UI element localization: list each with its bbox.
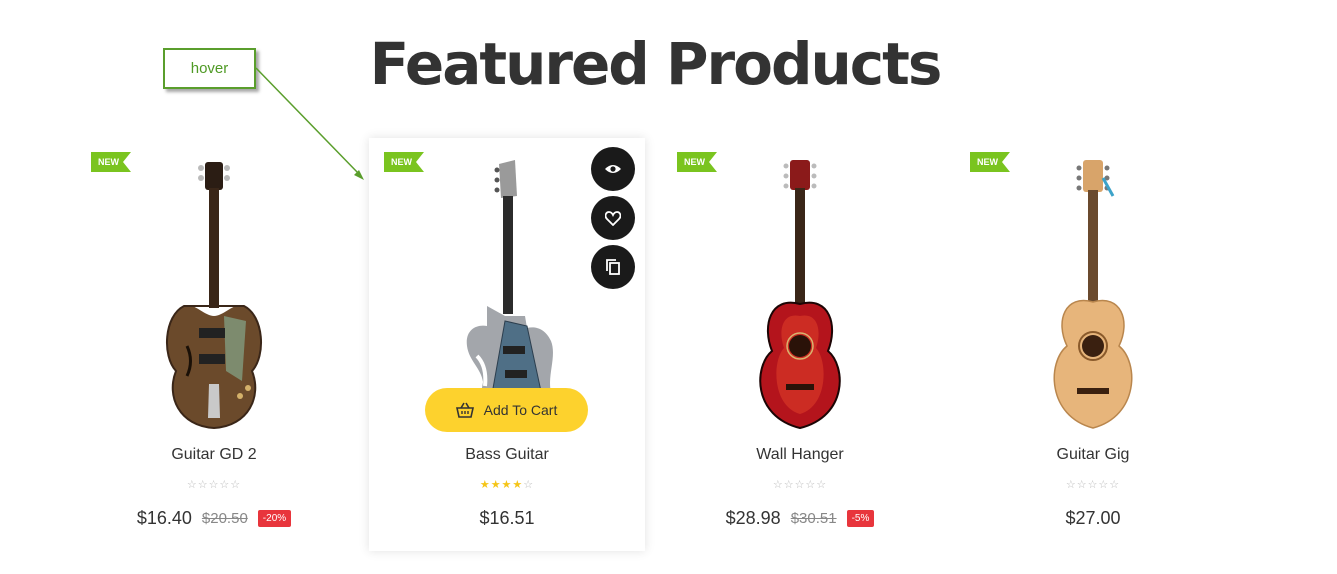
rating-stars: ☆☆☆☆☆ <box>772 478 828 491</box>
heart-icon <box>605 210 621 226</box>
product-name[interactable]: Bass Guitar <box>369 446 645 464</box>
price-row: $16.40 $20.50 -20% <box>76 508 352 529</box>
wishlist-button[interactable] <box>591 196 635 240</box>
rating-stars: ★★★★☆ <box>479 478 535 491</box>
price-row: $28.98 $30.51 -5% <box>662 508 938 529</box>
price-row: $27.00 <box>955 508 1231 529</box>
product-card[interactable]: NEW Wall Hanger ☆☆☆☆☆ $28.98 $30.51 -5% <box>662 138 938 551</box>
product-image[interactable] <box>700 156 900 432</box>
hollow-body-guitar-icon <box>166 162 262 430</box>
product-card-hovered[interactable]: NEW Add To Cart Bass Guitar ★★★★☆ $16.51 <box>369 138 645 551</box>
discount-badge: -5% <box>846 510 875 527</box>
price-row: $16.51 <box>369 508 645 529</box>
product-card[interactable]: NEW Guitar GD 2 ☆☆☆☆☆ $16.40 $20.50 -20% <box>76 138 352 551</box>
old-price: $20.50 <box>201 510 248 527</box>
eye-icon <box>605 165 621 173</box>
price: $27.00 <box>1065 508 1121 528</box>
rating-stars: ☆☆☆☆☆ <box>1065 478 1121 491</box>
add-to-cart-button[interactable]: Add To Cart <box>425 388 588 432</box>
product-name[interactable]: Guitar GD 2 <box>76 446 352 464</box>
hover-annotation: hover <box>163 48 256 89</box>
add-to-cart-label: Add To Cart <box>483 402 558 418</box>
basket-icon <box>455 402 474 418</box>
product-image[interactable] <box>114 156 314 432</box>
rating-stars: ☆☆☆☆☆ <box>186 478 242 491</box>
price: $28.98 <box>725 508 781 528</box>
copy-icon <box>606 259 620 275</box>
quick-view-button[interactable] <box>591 147 635 191</box>
product-name[interactable]: Wall Hanger <box>662 446 938 464</box>
price: $16.40 <box>136 508 192 528</box>
classical-guitar-icon <box>1053 160 1133 429</box>
compare-button[interactable] <box>591 245 635 289</box>
discount-badge: -20% <box>257 510 292 527</box>
product-card[interactable]: NEW Guitar Gig ☆☆☆☆☆ $27.00 <box>955 138 1231 551</box>
red-acoustic-guitar-icon <box>759 160 841 430</box>
old-price: $30.51 <box>790 510 837 527</box>
product-name[interactable]: Guitar Gig <box>955 446 1231 464</box>
product-image[interactable] <box>993 156 1193 432</box>
price: $16.51 <box>479 508 535 528</box>
